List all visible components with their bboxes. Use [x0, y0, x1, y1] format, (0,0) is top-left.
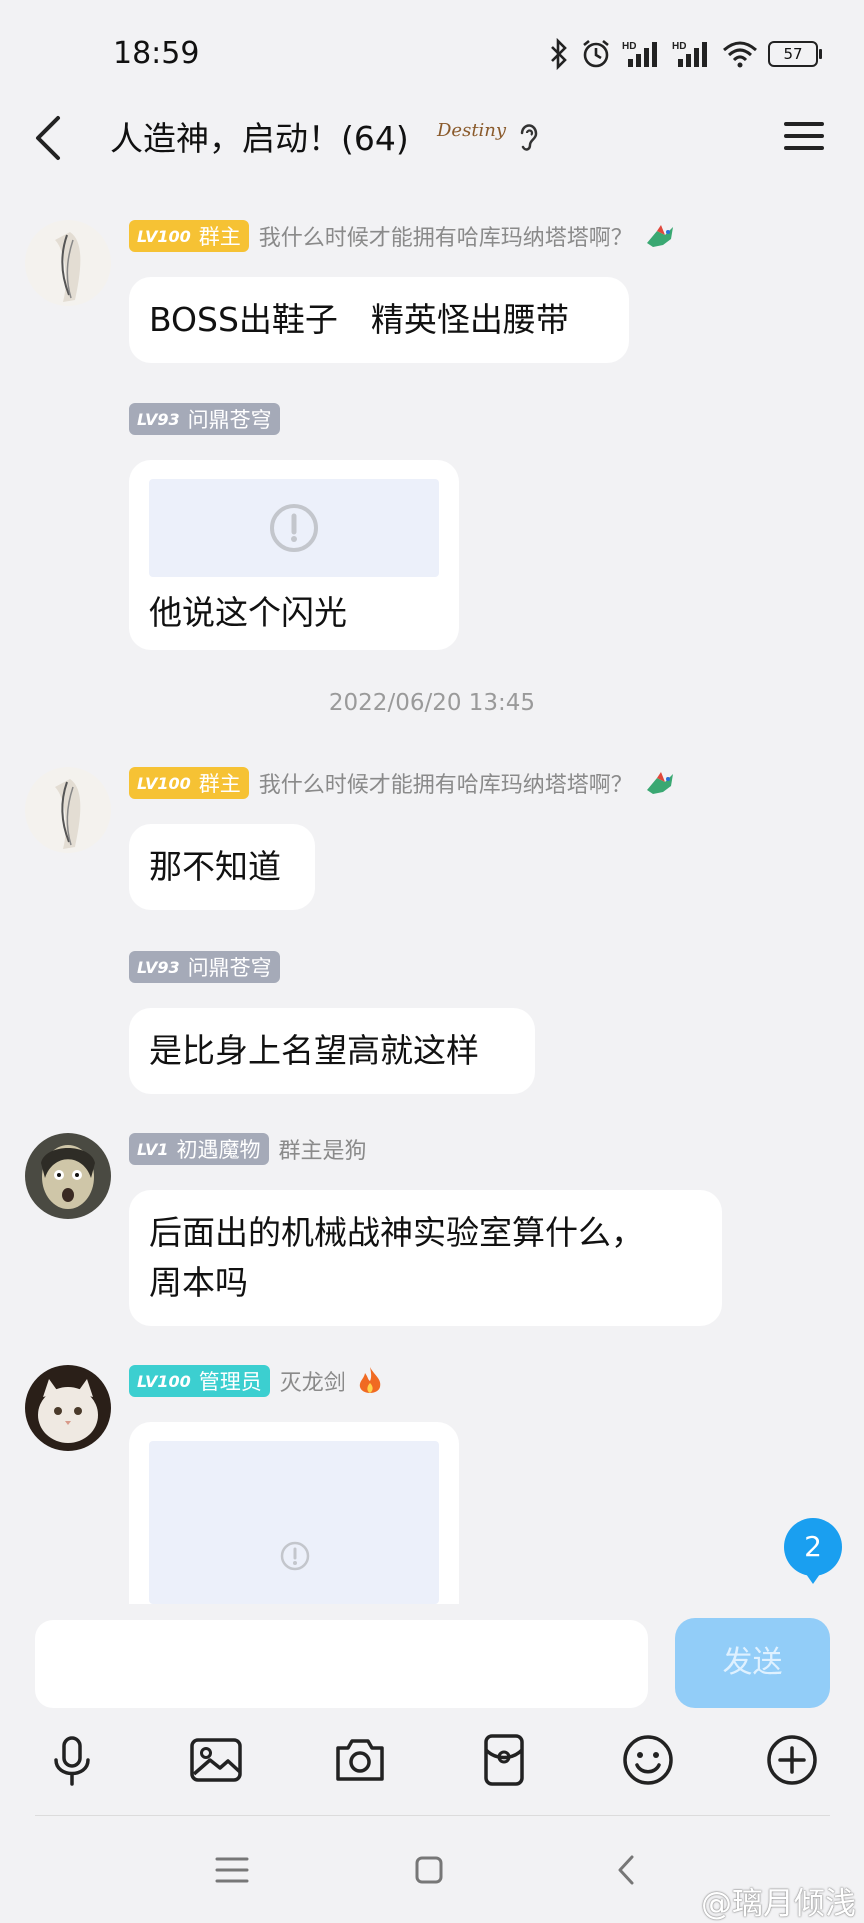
alarm-icon [583, 39, 609, 68]
bluetooth-icon [551, 38, 567, 70]
fire-icon [359, 1367, 381, 1393]
svg-text:HD: HD [622, 41, 636, 52]
message-line: 后面出的机械战神实验室算什么， [149, 1213, 644, 1252]
level-tag: LV93 问鼎苍穹 [129, 403, 280, 435]
image-picker-icon[interactable] [186, 1730, 246, 1790]
image-placeholder[interactable] [149, 1441, 439, 1604]
message-meta: LV100 群主 我什么时候才能拥有哈库玛纳塔塔啊？ [129, 766, 677, 800]
avatar-image [25, 767, 111, 853]
message-text: 他说这个闪光 [149, 593, 347, 632]
avatar[interactable] [25, 767, 111, 853]
image-error-icon [270, 504, 318, 552]
message-bubble[interactable]: 他说这个闪光 [129, 460, 459, 650]
message-meta: LV1 初遇魔物 群主是狗 [129, 1132, 367, 1166]
member-title: 我什么时候才能拥有哈库玛纳塔塔啊？ [258, 226, 633, 251]
member-title: 群主是狗 [278, 1139, 367, 1164]
ear-icon[interactable] [516, 120, 542, 154]
red-packet-icon[interactable] [474, 1730, 534, 1790]
message-bubble[interactable] [129, 1422, 459, 1604]
home-icon[interactable] [404, 1845, 454, 1895]
watermark: @璃月倾浅 [701, 1886, 856, 1922]
recent-apps-icon[interactable] [207, 1845, 257, 1895]
owner-tag: LV100 群主 [129, 220, 249, 252]
level-tag: LV1 初遇魔物 [129, 1133, 269, 1165]
signal-2-icon: HD [672, 41, 707, 67]
image-placeholder[interactable] [149, 479, 439, 577]
wifi-icon [723, 41, 757, 68]
message-meta: LV93 问鼎苍穹 [129, 950, 280, 984]
level-tag: LV93 问鼎苍穹 [129, 951, 280, 983]
timestamp: 2022/06/20 13:45 [328, 690, 536, 716]
unread-count-badge[interactable]: 2 [784, 1518, 842, 1584]
divider [35, 1815, 830, 1816]
avatar[interactable] [25, 220, 111, 306]
avatar-image [25, 220, 111, 306]
message-bubble[interactable]: BOSS出鞋子 精英怪出腰带 [129, 277, 629, 363]
message-bubble[interactable]: 是比身上名望高就这样 [129, 1008, 535, 1094]
member-title: 灭龙剑 [279, 1371, 346, 1396]
battery-icon: 57 [768, 41, 822, 67]
image-error-icon [280, 1541, 310, 1571]
message-meta: LV93 问鼎苍穹 [129, 402, 280, 436]
camera-icon[interactable] [330, 1730, 390, 1790]
send-button[interactable]: 发送 [675, 1618, 830, 1708]
avatar[interactable] [25, 1365, 111, 1451]
message-line: 周本吗 [149, 1263, 248, 1302]
signal-1-icon: HD [622, 41, 657, 67]
dragon-icon [646, 225, 673, 247]
microphone-icon[interactable] [42, 1730, 102, 1790]
avatar-image [25, 1133, 111, 1219]
message-meta: LV100 管理员 灭龙剑 [129, 1364, 384, 1398]
owner-tag: LV100 群主 [129, 767, 249, 799]
status-icons: HD HD 57 [548, 38, 822, 70]
message-bubble[interactable]: 那不知道 [129, 824, 315, 910]
dragon-icon [646, 772, 673, 794]
svg-text:HD: HD [672, 41, 686, 52]
title-badge: Destiny [437, 120, 507, 141]
admin-tag: LV100 管理员 [129, 1365, 270, 1397]
plus-icon[interactable] [762, 1730, 822, 1790]
emoji-icon[interactable] [618, 1730, 678, 1790]
status-time: 18:59 [113, 36, 200, 71]
message-bubble[interactable]: 后面出的机械战神实验室算什么， 周本吗 [129, 1190, 722, 1326]
message-meta: LV100 群主 我什么时候才能拥有哈库玛纳塔塔啊？ [129, 219, 677, 253]
message-input[interactable] [35, 1620, 648, 1708]
menu-button[interactable] [780, 116, 828, 156]
system-back-icon[interactable] [602, 1845, 652, 1895]
back-button[interactable] [24, 108, 74, 168]
member-title: 我什么时候才能拥有哈库玛纳塔塔啊？ [258, 773, 633, 798]
avatar-image [25, 1365, 111, 1451]
avatar[interactable] [25, 1133, 111, 1219]
chat-title: 人造神，启动！(64) [110, 119, 409, 158]
